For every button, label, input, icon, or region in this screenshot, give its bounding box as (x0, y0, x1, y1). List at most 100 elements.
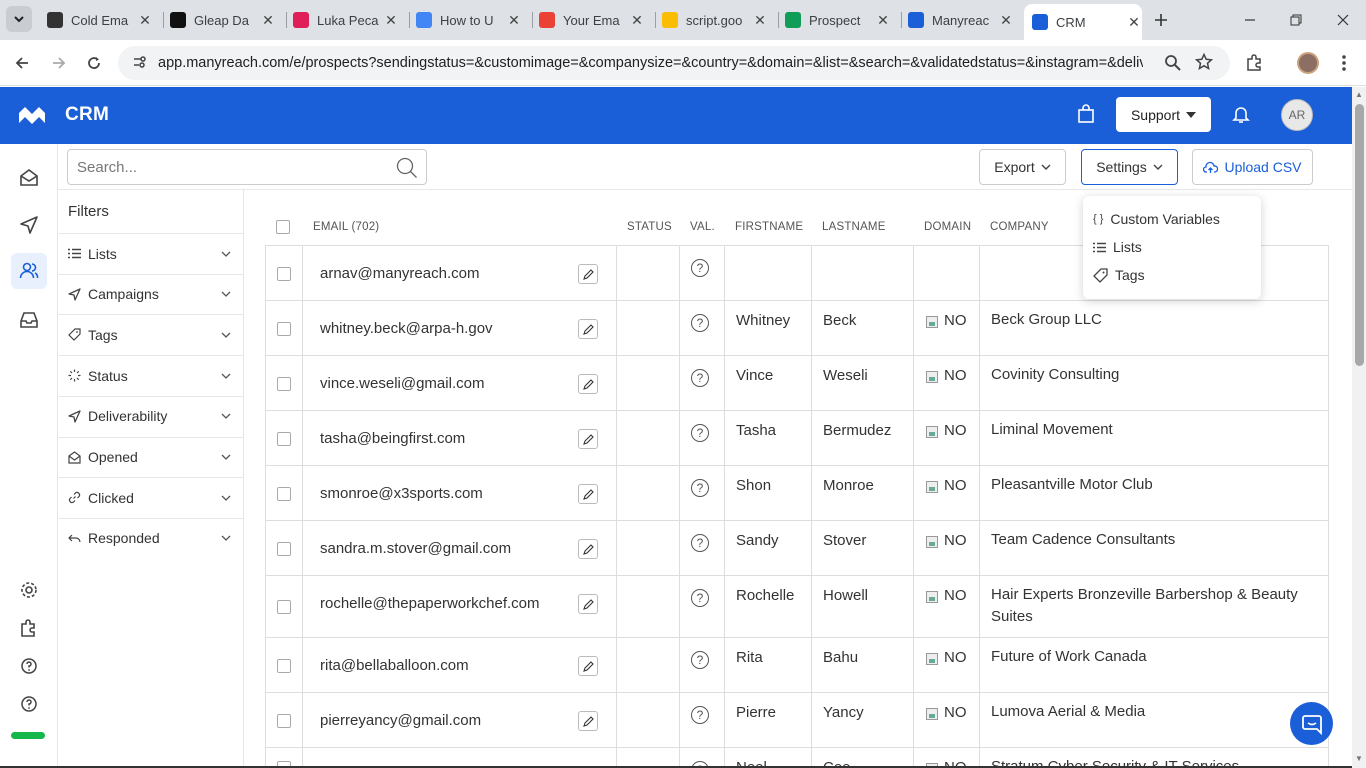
prospects-users-icon[interactable] (11, 253, 47, 289)
browser-tab[interactable]: How to U ✕ (416, 6, 522, 34)
integrations-puzzle-icon[interactable] (17, 616, 41, 640)
zoom-icon[interactable] (1164, 54, 1182, 77)
table-row[interactable]: smonroe@x3sports.com? Shon Monroe NO Pleasan… (266, 466, 1328, 521)
table-row[interactable]: sandra.m.stover@gmail.com? Sandy Stover NO T… (266, 521, 1328, 576)
inbox-envelope-icon[interactable] (17, 166, 41, 190)
browser-tab[interactable]: Prospect ✕ (785, 6, 891, 34)
row-checkbox[interactable] (277, 541, 291, 556)
row-checkbox[interactable] (277, 658, 291, 673)
column-email[interactable]: EMAIL (702) (313, 221, 379, 233)
browser-tab[interactable]: Gleap Da ✕ (170, 6, 276, 34)
scroll-down-icon[interactable]: ▼ (1355, 754, 1363, 763)
browser-tab[interactable]: Your Ema ✕ (539, 6, 645, 34)
menu-item-custom-variables[interactable]: { } Custom Variables (1093, 211, 1220, 227)
validation-question-icon[interactable]: ? (691, 589, 709, 607)
browser-tab[interactable]: Luka Peca ✕ (293, 6, 399, 34)
browser-tab[interactable]: Manyreac ✕ (908, 6, 1014, 34)
edit-button[interactable] (578, 264, 598, 284)
tab-close-icon[interactable]: ✕ (506, 12, 522, 29)
search-input[interactable] (68, 150, 388, 184)
column-firstname[interactable]: FIRSTNAME (735, 221, 803, 233)
menu-item-tags[interactable]: Tags (1093, 267, 1145, 283)
support-button[interactable]: Support (1116, 97, 1211, 132)
browser-tab[interactable]: Cold Ema ✕ (47, 6, 153, 34)
edit-button[interactable] (578, 374, 598, 394)
filter-tags[interactable]: Tags (59, 314, 243, 354)
validation-question-icon[interactable]: ? (691, 314, 709, 332)
tab-close-icon[interactable]: ✕ (383, 12, 399, 29)
email-cell[interactable]: rochelle@thepaperworkchef.com (320, 595, 540, 612)
filter-campaigns[interactable]: Campaigns (59, 273, 243, 314)
row-checkbox[interactable] (277, 486, 291, 501)
table-row[interactable]: whitney.beck@arpa-h.gov? Whitney Beck NO Bec… (266, 301, 1328, 356)
validation-question-icon[interactable]: ? (691, 479, 709, 497)
email-cell[interactable]: whitney.beck@arpa-h.gov (320, 320, 493, 337)
row-checkbox[interactable] (277, 431, 291, 446)
column-val[interactable]: VAL. (690, 221, 715, 233)
column-lastname[interactable]: LASTNAME (822, 221, 886, 233)
browser-tab[interactable]: CRM ✕ (1024, 4, 1142, 40)
page-scrollbar[interactable]: ▲ ▼ (1352, 87, 1366, 768)
edit-button[interactable] (578, 594, 598, 614)
tab-close-icon[interactable]: ✕ (998, 12, 1014, 29)
unibox-tray-icon[interactable] (17, 308, 41, 332)
edit-button[interactable] (578, 429, 598, 449)
extensions-button[interactable] (1241, 50, 1267, 76)
row-checkbox[interactable] (277, 321, 291, 336)
validation-question-icon[interactable]: ? (691, 424, 709, 442)
email-cell[interactable]: rita@bellaballoon.com (320, 657, 469, 674)
reload-button[interactable] (81, 50, 107, 76)
edit-button[interactable] (578, 711, 598, 731)
tab-close-icon[interactable]: ✕ (260, 12, 276, 29)
email-cell[interactable]: tasha@beingfirst.com (320, 430, 465, 447)
row-checkbox[interactable] (277, 376, 291, 391)
email-cell[interactable]: pierreyancy@gmail.com (320, 712, 481, 729)
menu-item-lists[interactable]: Lists (1093, 239, 1142, 255)
settings-button[interactable]: Settings (1081, 149, 1178, 185)
table-row[interactable]: rochelle@thepaperworkchef.com? Rochelle Ho… (266, 576, 1328, 638)
filter-clicked[interactable]: Clicked (59, 477, 243, 517)
table-row[interactable]: ?NeelCeeNOStratum Cyber Security & IT Se… (266, 748, 1328, 768)
forward-button[interactable] (46, 50, 72, 76)
user-avatar[interactable]: AR (1281, 99, 1313, 131)
manyreach-logo[interactable] (18, 105, 46, 132)
campaigns-send-icon[interactable] (17, 213, 41, 237)
scrollbar-thumb[interactable] (1355, 104, 1364, 366)
close-window-button[interactable] (1329, 6, 1357, 34)
support-question-icon[interactable] (17, 692, 41, 716)
column-domain[interactable]: DOMAIN (924, 221, 971, 233)
export-button[interactable]: Export (979, 149, 1066, 185)
validation-question-icon[interactable]: ? (691, 369, 709, 387)
new-tab-button[interactable] (1147, 6, 1175, 34)
table-row[interactable]: tasha@beingfirst.com? Tasha Bermudez NO Limi… (266, 411, 1328, 466)
scroll-up-icon[interactable]: ▲ (1355, 90, 1363, 99)
column-company[interactable]: COMPANY (990, 221, 1049, 233)
email-cell[interactable]: sandra.m.stover@gmail.com (320, 540, 511, 557)
edit-button[interactable] (578, 319, 598, 339)
filter-deliverability[interactable]: Deliverability (59, 395, 243, 436)
filter-responded[interactable]: Responded (59, 517, 243, 558)
tab-close-icon[interactable]: ✕ (1126, 14, 1142, 31)
validation-question-icon[interactable]: ? (691, 651, 709, 669)
search-icon[interactable] (396, 157, 418, 184)
table-row[interactable]: rita@bellaballoon.com? Rita Bahu NO Future o… (266, 638, 1328, 693)
tab-close-icon[interactable]: ✕ (875, 12, 891, 29)
row-checkbox[interactable] (277, 600, 291, 614)
email-cell[interactable]: vince.weseli@gmail.com (320, 375, 484, 392)
select-all-checkbox[interactable] (276, 220, 290, 234)
edit-button[interactable] (578, 656, 598, 676)
tab-close-icon[interactable]: ✕ (137, 12, 153, 29)
edit-button[interactable] (578, 539, 598, 559)
tab-search-button[interactable] (6, 6, 32, 32)
validation-question-icon[interactable]: ? (691, 534, 709, 552)
filter-status[interactable]: Status (59, 355, 243, 395)
upload-csv-button[interactable]: Upload CSV (1192, 149, 1313, 185)
site-info-icon[interactable] (132, 54, 152, 73)
tab-close-icon[interactable]: ✕ (629, 12, 645, 29)
minimize-button[interactable] (1236, 6, 1264, 34)
column-status[interactable]: STATUS (627, 221, 672, 233)
bell-icon[interactable] (1232, 104, 1250, 129)
validation-question-icon[interactable]: ? (691, 706, 709, 724)
restore-button[interactable] (1282, 6, 1310, 34)
tab-close-icon[interactable]: ✕ (752, 12, 768, 29)
